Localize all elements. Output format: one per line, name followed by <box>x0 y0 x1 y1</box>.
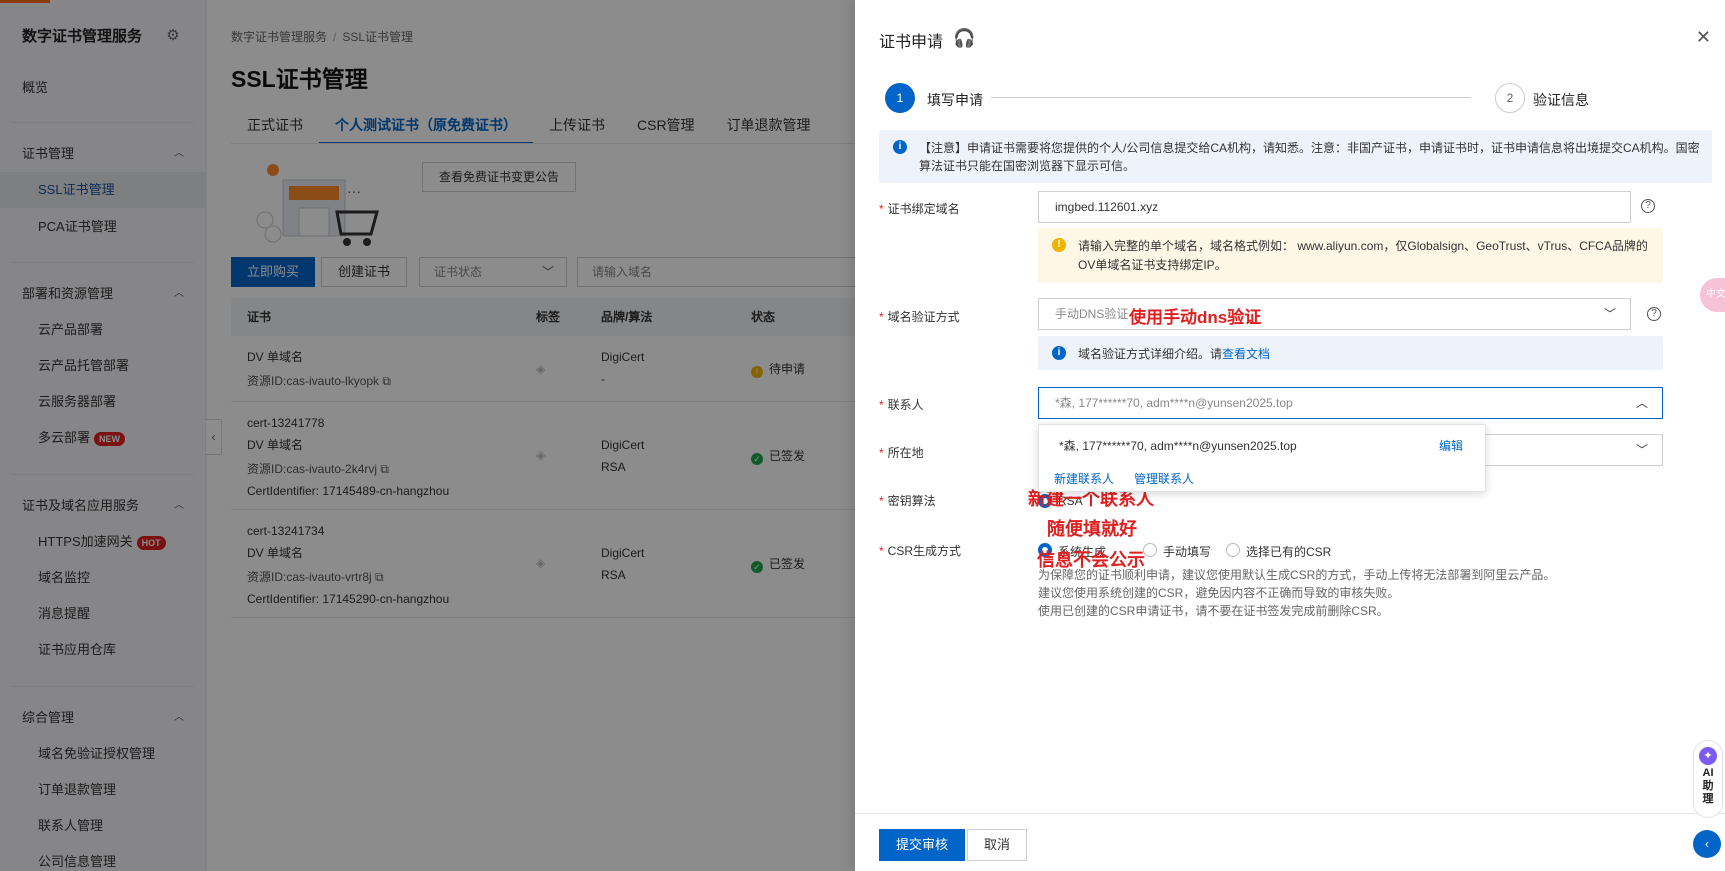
help-line: 建议您使用系统创建的CSR，避免因内容不正确而导致的审核失败。 <box>1038 586 1400 600</box>
field-label-text: 域名验证方式 <box>887 310 960 324</box>
verify-method-label: * 域名验证方式 <box>879 310 960 324</box>
step-number: 1 <box>885 83 915 113</box>
radio-csr-manual[interactable] <box>1143 543 1157 557</box>
key-algo-label: * 密钥算法 <box>879 494 936 508</box>
ai-label: 助 <box>1702 780 1714 792</box>
select-value: *森, 177******70, adm****n@yunsen2025.top <box>1055 396 1293 410</box>
notice-banner: i 【注意】申请证书需要将您提供的个人/公司信息提交给CA机构，请知悉。注意：非… <box>879 130 1712 183</box>
info-icon: i <box>1052 346 1066 360</box>
new-contact-link[interactable]: 新建联系人 <box>1054 470 1114 487</box>
ai-assistant-widget[interactable]: ✦ AI 助 理 <box>1693 740 1723 818</box>
field-label-text: 密钥算法 <box>887 494 936 508</box>
edit-contact-link[interactable]: 编辑 <box>1439 437 1463 454</box>
warning-text: 请输入完整的单个域名，域名格式例如： www.aliyun.com，仅Globa… <box>1078 239 1648 272</box>
manage-contacts-link[interactable]: 管理联系人 <box>1134 470 1194 487</box>
step-label: 验证信息 <box>1533 92 1589 108</box>
location-label: * 所在地 <box>879 446 924 460</box>
step-connector <box>991 97 1471 98</box>
sparkle-icon: ✦ <box>1699 747 1717 765</box>
select-value: 手动DNS验证 <box>1055 307 1129 321</box>
radio-label: 手动填写 <box>1163 545 1212 559</box>
domain-label: * 证书绑定域名 <box>879 202 960 216</box>
annotation-fill-anything: 随便填就好 <box>1047 519 1137 539</box>
input-value: imgbed.112601.xyz <box>1055 200 1159 214</box>
footer-divider <box>855 813 1725 814</box>
contact-dropdown: *森, 177******70, adm****n@yunsen2025.top… <box>1038 424 1486 492</box>
help-line: 使用已创建的CSR申请证书，请不要在证书签发完成前删除CSR。 <box>1038 604 1389 618</box>
view-docs-link[interactable]: 查看文档 <box>1222 347 1270 361</box>
step-label: 填写申请 <box>927 92 983 108</box>
cancel-button[interactable]: 取消 <box>967 829 1028 861</box>
field-label-text: 证书绑定域名 <box>887 202 960 216</box>
info-icon: i <box>893 140 907 154</box>
ai-label: 理 <box>1702 793 1714 805</box>
domain-warning: ! 请输入完整的单个域名，域名格式例如： www.aliyun.com，仅Glo… <box>1038 228 1663 283</box>
close-icon[interactable]: ✕ <box>1696 28 1711 46</box>
annotation-dns: 使用手动dns验证 <box>1129 308 1262 327</box>
help-icon[interactable]: ? <box>1647 307 1661 321</box>
verify-method-select[interactable]: 手动DNS验证 ﹀ <box>1038 298 1631 330</box>
domain-input[interactable]: imgbed.112601.xyz <box>1038 191 1631 223</box>
notice-text: 【注意】申请证书需要将您提供的个人/公司信息提交给CA机构，请知悉。注意：非国产… <box>919 141 1700 173</box>
chevron-down-icon: ﹀ <box>1603 307 1616 321</box>
field-label-text: 联系人 <box>887 398 924 412</box>
csr-label: * CSR生成方式 <box>879 544 962 558</box>
radio-csr-existing[interactable] <box>1226 543 1240 557</box>
warning-icon: ! <box>1052 238 1066 252</box>
field-label-text: 所在地 <box>887 446 924 460</box>
chevron-up-icon: ︿ <box>1635 396 1648 410</box>
chevron-left-icon[interactable]: ‹ <box>1693 830 1721 858</box>
cert-apply-drawer: 证书申请 🎧 ✕ 1 填写申请 2 验证信息 i 【注意】申请证书需要将您提供的… <box>855 0 1725 871</box>
annotation-not-public: 信息不会公示 <box>1037 550 1145 570</box>
submit-review-button[interactable]: 提交审核 <box>879 829 966 861</box>
field-label-text: CSR生成方式 <box>887 544 962 558</box>
contact-option[interactable]: *森, 177******70, adm****n@yunsen2025.top <box>1059 437 1297 454</box>
chevron-down-icon: ﹀ <box>1635 443 1648 457</box>
drawer-overlay-mask[interactable] <box>0 0 855 871</box>
verify-info: i 域名验证方式详细介绍。请查看文档 <box>1038 336 1663 370</box>
help-icon[interactable]: ? <box>1641 199 1655 213</box>
csr-help-text: 为保障您的证书顺利申请，建议您使用默认生成CSR的方式，手动上传将无法部署到阿里… <box>1038 566 1678 620</box>
headset-icon[interactable]: 🎧 <box>953 26 977 50</box>
contact-label: * 联系人 <box>879 398 924 412</box>
step-number: 2 <box>1495 83 1525 113</box>
verify-info-label: 域名验证方式详细介绍。请 <box>1078 347 1223 361</box>
ai-label: AI <box>1702 767 1714 779</box>
verify-info-text: 域名验证方式详细介绍。请查看文档 <box>1078 345 1270 362</box>
contact-select[interactable]: *森, 177******70, adm****n@yunsen2025.top… <box>1038 387 1663 419</box>
radio-label: 选择已有的CSR <box>1246 545 1332 559</box>
drawer-title: 证书申请 <box>879 34 944 51</box>
